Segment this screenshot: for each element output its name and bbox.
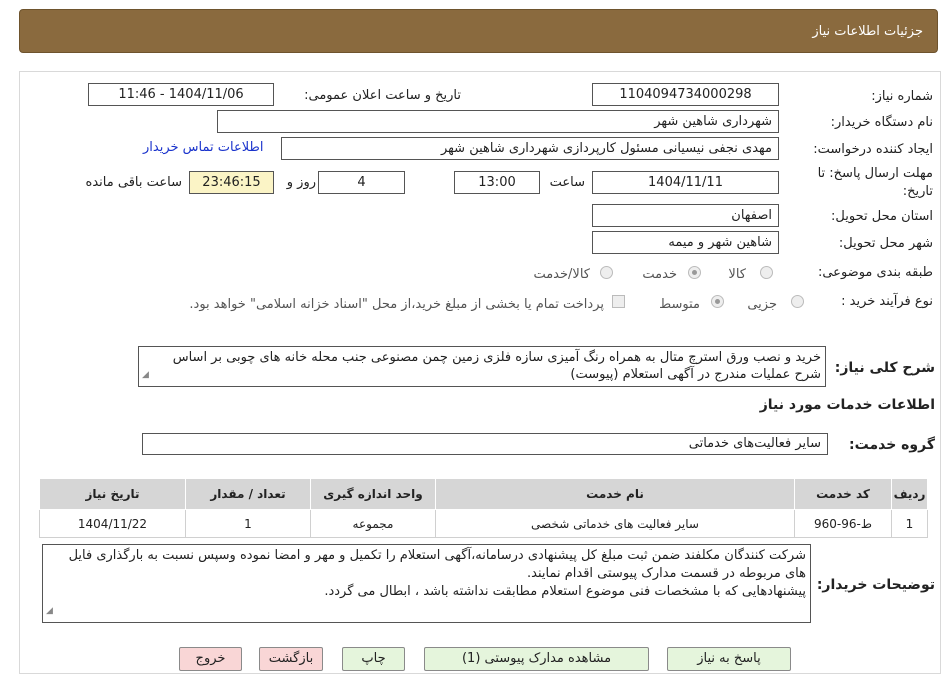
deadline-days-field: 4 xyxy=(318,171,405,194)
buyer-org-field: شهرداری شاهین شهر xyxy=(217,110,779,133)
category-label: طبقه بندی موضوعی: xyxy=(817,265,933,280)
buyer-contact-link[interactable]: اطلاعات تماس خریدار xyxy=(143,140,263,155)
view-attachments-button[interactable]: مشاهده مدارک پیوستی (1) xyxy=(424,647,649,671)
description-text: خرید و نصب ورق استرچ متال به همراه رنگ آ… xyxy=(172,350,821,382)
print-button[interactable]: چاپ xyxy=(342,647,405,671)
col-quantity: تعداد / مقدار xyxy=(185,478,311,510)
cell-service-code: ط-96-960 xyxy=(794,509,892,538)
buyer-notes-line-1: شرکت کنندگان مکلفند ضمن ثبت مبلغ کل پیشن… xyxy=(68,548,806,581)
col-need-date: تاریخ نیاز xyxy=(39,478,186,510)
process-radio-medium[interactable] xyxy=(711,295,724,308)
deadline-date-field: 1404/11/11 xyxy=(592,171,779,194)
deadline-time-label: ساعت xyxy=(549,175,585,190)
col-service-code: کد خدمت xyxy=(794,478,892,510)
process-option-minor: جزیی xyxy=(747,297,777,312)
page-header: جزئیات اطلاعات نیاز xyxy=(19,9,938,53)
treasury-payment-checkbox[interactable] xyxy=(612,295,625,308)
cell-need-date: 1404/11/22 xyxy=(39,509,186,538)
remaining-time-label: ساعت باقی مانده xyxy=(85,175,182,190)
deadline-days-label: روز و xyxy=(286,175,316,190)
col-row-number: ردیف xyxy=(891,478,928,510)
resize-grip-icon[interactable]: ◢ xyxy=(142,367,149,384)
buyer-notes-textarea: شرکت کنندگان مکلفند ضمن ثبت مبلغ کل پیشن… xyxy=(42,544,811,623)
exit-button[interactable]: خروج xyxy=(179,647,242,671)
service-group-label: گروه خدمت: xyxy=(849,437,935,453)
city-field: شاهین شهر و میمه xyxy=(592,231,779,254)
buyer-notes-label: توضیحات خریدار: xyxy=(816,577,935,593)
buyer-org-label: نام دستگاه خریدار: xyxy=(830,115,933,130)
province-field: اصفهان xyxy=(592,204,779,227)
col-service-name: نام خدمت xyxy=(435,478,795,510)
category-radio-service[interactable] xyxy=(688,266,701,279)
services-table-header-row: ردیف کد خدمت نام خدمت واحد اندازه گیری ت… xyxy=(39,478,928,510)
services-table: ردیف کد خدمت نام خدمت واحد اندازه گیری ت… xyxy=(39,478,928,538)
reply-button[interactable]: پاسخ به نیاز xyxy=(667,647,791,671)
resize-grip-icon[interactable]: ◢ xyxy=(46,602,53,620)
category-option-service: خدمت xyxy=(642,267,677,282)
description-textarea: خرید و نصب ورق استرچ متال به همراه رنگ آ… xyxy=(138,346,826,387)
back-button[interactable]: بازگشت xyxy=(259,647,323,671)
need-number-label: شماره نیاز: xyxy=(871,89,933,104)
deadline-time-field: 13:00 xyxy=(454,171,540,194)
announce-datetime-label: تاریخ و ساعت اعلان عمومی: xyxy=(304,88,461,103)
services-section-title: اطلاعات خدمات مورد نیاز xyxy=(759,397,935,413)
category-option-goods: کالا xyxy=(728,267,746,282)
service-group-field: سایر فعالیت‌های خدماتی xyxy=(142,433,828,455)
buyer-notes-line-2: پیشنهادهایی که با مشخصات فنی موضوع استعل… xyxy=(324,584,806,599)
deadline-label-line1: مهلت ارسال پاسخ: تا xyxy=(817,166,933,181)
category-option-goods-service: کالا/خدمت xyxy=(533,267,590,282)
need-number-field: 1104094734000298 xyxy=(592,83,779,106)
description-label: شرح کلی نیاز: xyxy=(834,360,935,376)
requester-label: ایجاد کننده درخواست: xyxy=(813,142,933,157)
col-unit: واحد اندازه گیری xyxy=(310,478,436,510)
cell-quantity: 1 xyxy=(185,509,311,538)
requester-field: مهدی نجفی نیسیانی مسئول کارپردازی شهردار… xyxy=(281,137,779,160)
page-title: جزئیات اطلاعات نیاز xyxy=(812,24,923,39)
category-radio-goods[interactable] xyxy=(760,266,773,279)
cell-row-number: 1 xyxy=(891,509,928,538)
announce-datetime-field: 1404/11/06 - 11:46 xyxy=(88,83,274,106)
remaining-time-field: 23:46:15 xyxy=(189,171,274,194)
deadline-label-line2: تاریخ: xyxy=(902,184,933,199)
treasury-payment-note: پرداخت تمام یا بخشی از مبلغ خرید،از محل … xyxy=(189,297,604,312)
cell-unit: مجموعه xyxy=(310,509,436,538)
process-type-label: نوع فرآیند خرید : xyxy=(841,294,933,309)
process-option-medium: متوسط xyxy=(659,297,700,312)
city-label: شهر محل تحویل: xyxy=(838,236,933,251)
province-label: استان محل تحویل: xyxy=(831,209,933,224)
table-row: 1 ط-96-960 سایر فعالیت های خدماتی شخصی م… xyxy=(39,509,928,538)
category-radio-goods-service[interactable] xyxy=(600,266,613,279)
process-radio-minor[interactable] xyxy=(791,295,804,308)
cell-service-name: سایر فعالیت های خدماتی شخصی xyxy=(435,509,795,538)
